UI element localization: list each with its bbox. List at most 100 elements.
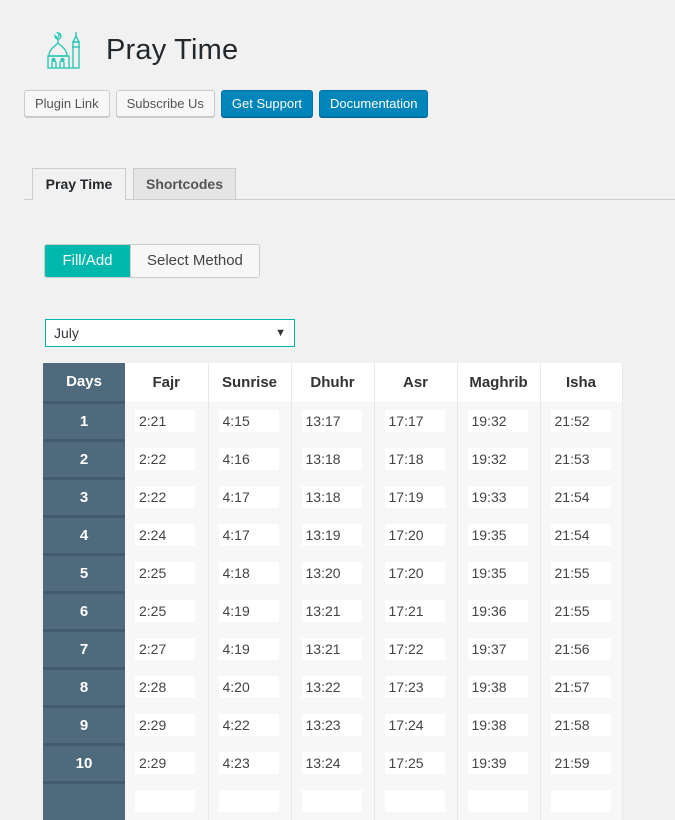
header-actions: Plugin Link Subscribe Us Get Support Doc… bbox=[24, 90, 429, 117]
get-support-button[interactable]: Get Support bbox=[220, 90, 314, 117]
header-fajr: Fajr bbox=[125, 363, 209, 402]
fajr-time-input[interactable] bbox=[135, 752, 195, 774]
maghrib-time-input[interactable] bbox=[467, 448, 528, 470]
cell-fajr bbox=[125, 744, 209, 782]
cell-asr bbox=[374, 440, 458, 478]
isha-time-input[interactable] bbox=[550, 790, 611, 812]
asr-time-input[interactable] bbox=[384, 676, 445, 698]
asr-time-input[interactable] bbox=[384, 410, 445, 432]
fajr-time-input[interactable] bbox=[135, 486, 195, 508]
dhuhr-time-input[interactable] bbox=[301, 410, 362, 432]
isha-time-input[interactable] bbox=[550, 600, 611, 622]
maghrib-time-input[interactable] bbox=[467, 524, 528, 546]
isha-time-input[interactable] bbox=[550, 448, 611, 470]
dhuhr-time-input[interactable] bbox=[301, 752, 362, 774]
asr-time-input[interactable] bbox=[384, 790, 445, 812]
dhuhr-time-input[interactable] bbox=[301, 600, 362, 622]
dhuhr-time-input[interactable] bbox=[301, 486, 362, 508]
cell-isha bbox=[540, 630, 623, 668]
sunrise-time-input[interactable] bbox=[218, 562, 279, 584]
cell-fajr bbox=[125, 630, 209, 668]
cell-sunrise bbox=[208, 782, 292, 820]
maghrib-time-input[interactable] bbox=[467, 714, 528, 736]
tab-shortcodes[interactable]: Shortcodes bbox=[133, 168, 236, 199]
sunrise-time-input[interactable] bbox=[218, 410, 279, 432]
day-number: 6 bbox=[43, 590, 125, 630]
fajr-time-input[interactable] bbox=[135, 562, 195, 584]
dhuhr-time-input[interactable] bbox=[301, 714, 362, 736]
month-select[interactable]: July ▼ bbox=[45, 319, 295, 347]
dhuhr-time-input[interactable] bbox=[301, 562, 362, 584]
maghrib-time-input[interactable] bbox=[467, 562, 528, 584]
fajr-time-input[interactable] bbox=[135, 448, 195, 470]
fajr-time-input[interactable] bbox=[135, 714, 195, 736]
sunrise-time-input[interactable] bbox=[218, 676, 279, 698]
subscribe-button[interactable]: Subscribe Us bbox=[115, 90, 215, 117]
fajr-time-input[interactable] bbox=[135, 676, 195, 698]
fill-add-option[interactable]: Fill/Add bbox=[45, 245, 130, 277]
sunrise-time-input[interactable] bbox=[218, 448, 279, 470]
isha-time-input[interactable] bbox=[550, 410, 611, 432]
dropdown-arrow-icon: ▼ bbox=[275, 327, 286, 339]
prayer-times-table: Days Fajr Sunrise Dhuhr Asr Maghrib Isha… bbox=[43, 363, 623, 820]
sunrise-time-input[interactable] bbox=[218, 524, 279, 546]
cell-asr bbox=[374, 668, 458, 706]
table-row: 10 bbox=[43, 742, 623, 782]
isha-time-input[interactable] bbox=[550, 524, 611, 546]
cell-sunrise bbox=[208, 516, 292, 554]
page-title: Pray Time bbox=[106, 33, 239, 66]
asr-time-input[interactable] bbox=[384, 714, 445, 736]
cell-sunrise bbox=[208, 630, 292, 668]
maghrib-time-input[interactable] bbox=[467, 410, 528, 432]
asr-time-input[interactable] bbox=[384, 524, 445, 546]
cell-asr bbox=[374, 516, 458, 554]
fajr-time-input[interactable] bbox=[135, 790, 195, 812]
cell-asr bbox=[374, 402, 458, 440]
asr-time-input[interactable] bbox=[384, 752, 445, 774]
sunrise-time-input[interactable] bbox=[218, 638, 279, 660]
sunrise-time-input[interactable] bbox=[218, 486, 279, 508]
asr-time-input[interactable] bbox=[384, 638, 445, 660]
header-maghrib: Maghrib bbox=[457, 363, 541, 402]
fajr-time-input[interactable] bbox=[135, 410, 195, 432]
day-number: 5 bbox=[43, 552, 125, 592]
maghrib-time-input[interactable] bbox=[467, 600, 528, 622]
dhuhr-time-input[interactable] bbox=[301, 676, 362, 698]
isha-time-input[interactable] bbox=[550, 562, 611, 584]
maghrib-time-input[interactable] bbox=[467, 752, 528, 774]
maghrib-time-input[interactable] bbox=[467, 676, 528, 698]
cell-isha bbox=[540, 592, 623, 630]
tab-bar: Pray Time Shortcodes bbox=[24, 168, 675, 200]
sunrise-time-input[interactable] bbox=[218, 714, 279, 736]
maghrib-time-input[interactable] bbox=[467, 638, 528, 660]
fajr-time-input[interactable] bbox=[135, 524, 195, 546]
header-dhuhr: Dhuhr bbox=[291, 363, 375, 402]
isha-time-input[interactable] bbox=[550, 638, 611, 660]
isha-time-input[interactable] bbox=[550, 752, 611, 774]
asr-time-input[interactable] bbox=[384, 486, 445, 508]
asr-time-input[interactable] bbox=[384, 562, 445, 584]
day-number: 3 bbox=[43, 476, 125, 516]
sunrise-time-input[interactable] bbox=[218, 600, 279, 622]
plugin-link-button[interactable]: Plugin Link bbox=[24, 90, 110, 117]
dhuhr-time-input[interactable] bbox=[301, 448, 362, 470]
documentation-button[interactable]: Documentation bbox=[319, 90, 429, 117]
dhuhr-time-input[interactable] bbox=[301, 638, 362, 660]
fajr-time-input[interactable] bbox=[135, 638, 195, 660]
sunrise-time-input[interactable] bbox=[218, 790, 279, 812]
sunrise-time-input[interactable] bbox=[218, 752, 279, 774]
asr-time-input[interactable] bbox=[384, 600, 445, 622]
select-method-option[interactable]: Select Method bbox=[130, 245, 259, 277]
day-number: 7 bbox=[43, 628, 125, 668]
tab-pray-time[interactable]: Pray Time bbox=[32, 168, 126, 200]
isha-time-input[interactable] bbox=[550, 676, 611, 698]
maghrib-time-input[interactable] bbox=[467, 790, 528, 812]
cell-isha bbox=[540, 554, 623, 592]
dhuhr-time-input[interactable] bbox=[301, 790, 362, 812]
fajr-time-input[interactable] bbox=[135, 600, 195, 622]
dhuhr-time-input[interactable] bbox=[301, 524, 362, 546]
maghrib-time-input[interactable] bbox=[467, 486, 528, 508]
isha-time-input[interactable] bbox=[550, 486, 611, 508]
asr-time-input[interactable] bbox=[384, 448, 445, 470]
isha-time-input[interactable] bbox=[550, 714, 611, 736]
